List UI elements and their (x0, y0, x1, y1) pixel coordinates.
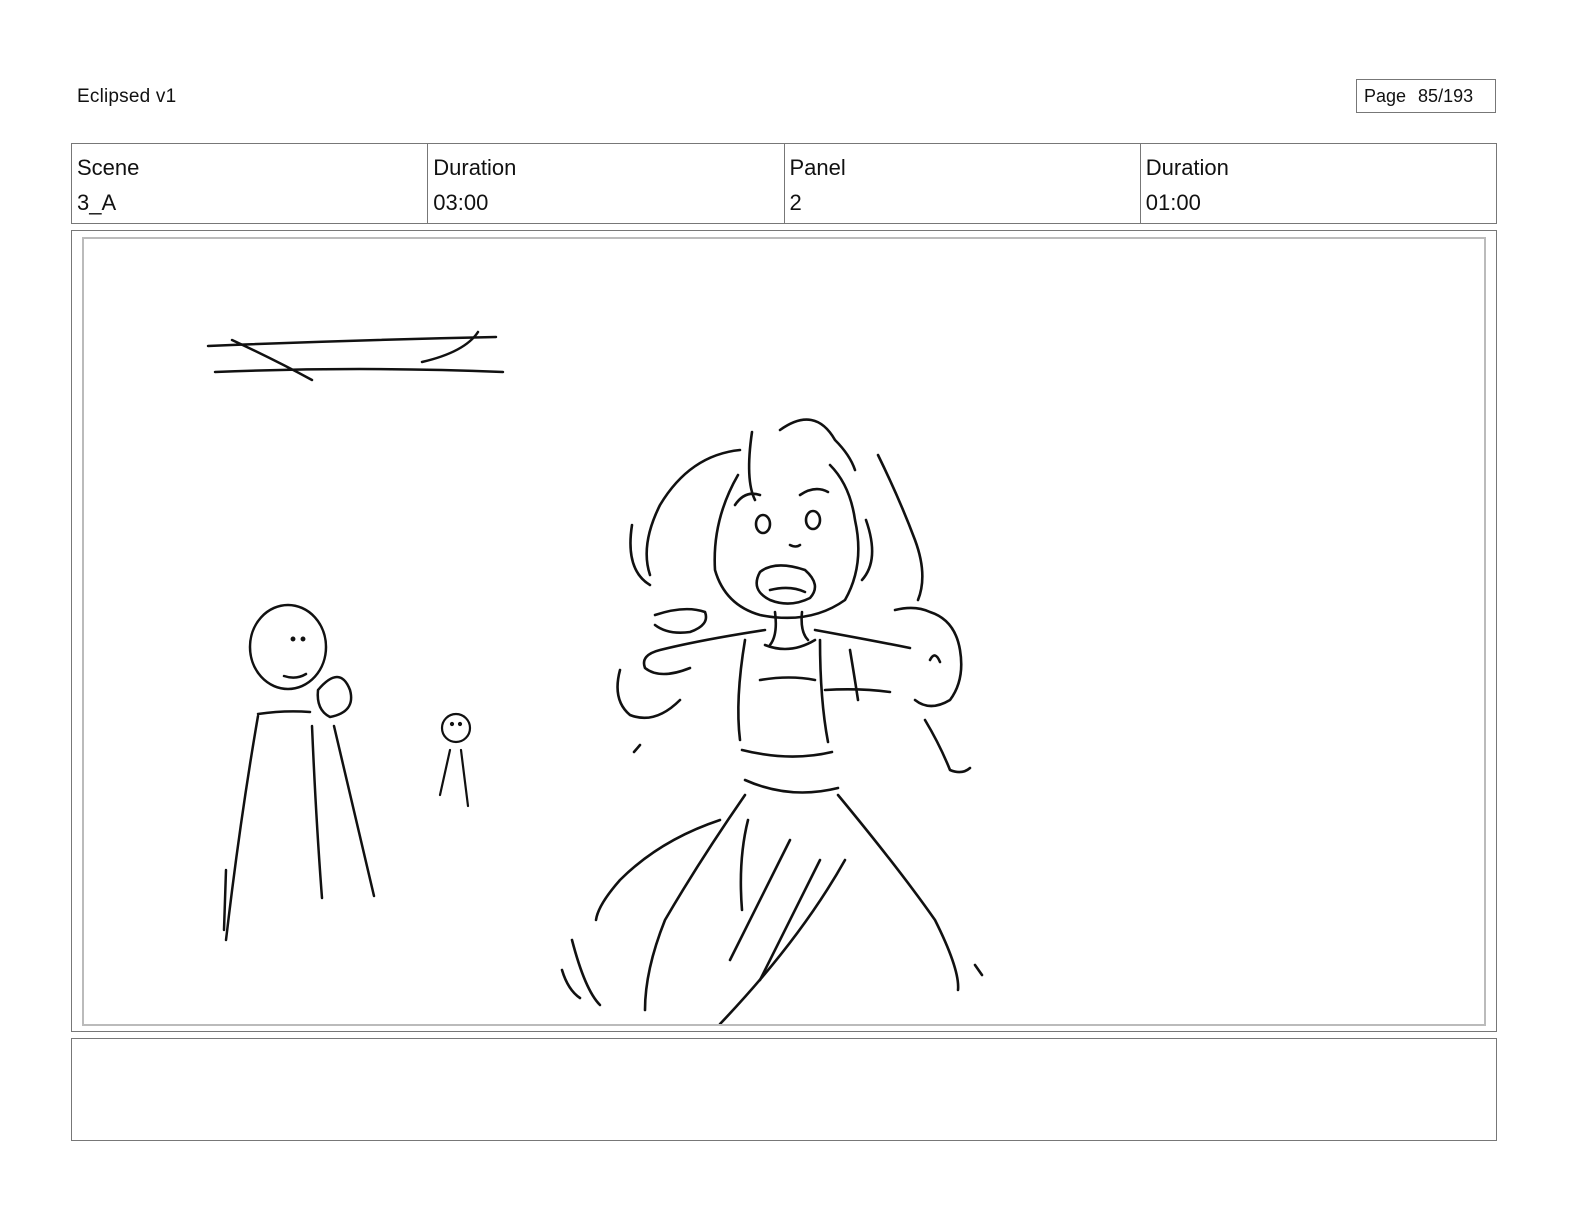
notes-box (71, 1038, 1497, 1141)
scene-label: Scene (77, 155, 140, 180)
scene-value: 3_A (77, 190, 117, 215)
page-indicator: Page 85/193 (1356, 79, 1496, 113)
panel-value: 2 (789, 190, 802, 215)
scene-cell: Scene 3_A (72, 144, 429, 223)
panel-info-table: Scene 3_A Duration 03:00 Panel 2 Duratio… (71, 143, 1497, 224)
page-number: 85/193 (1418, 85, 1474, 106)
background-figure-large (222, 603, 376, 942)
scene-duration-value: 03:00 (433, 190, 489, 215)
page-label: Page (1364, 85, 1407, 106)
panel-duration-cell: Duration 01:00 (1141, 144, 1496, 223)
sketch-lines (206, 330, 505, 382)
scene-duration-label: Duration (433, 155, 517, 180)
panel-label: Panel (789, 155, 846, 180)
scene-duration-cell: Duration 03:00 (428, 144, 785, 223)
storyboard-sketch (206, 330, 984, 1024)
main-character (560, 418, 984, 1024)
background-figure-small (438, 712, 472, 808)
panel-cell: Panel 2 (785, 144, 1141, 223)
panel-duration-label: Duration (1145, 155, 1229, 180)
panel-duration-value: 01:00 (1145, 190, 1201, 215)
document-title: Eclipsed v1 (77, 86, 177, 107)
